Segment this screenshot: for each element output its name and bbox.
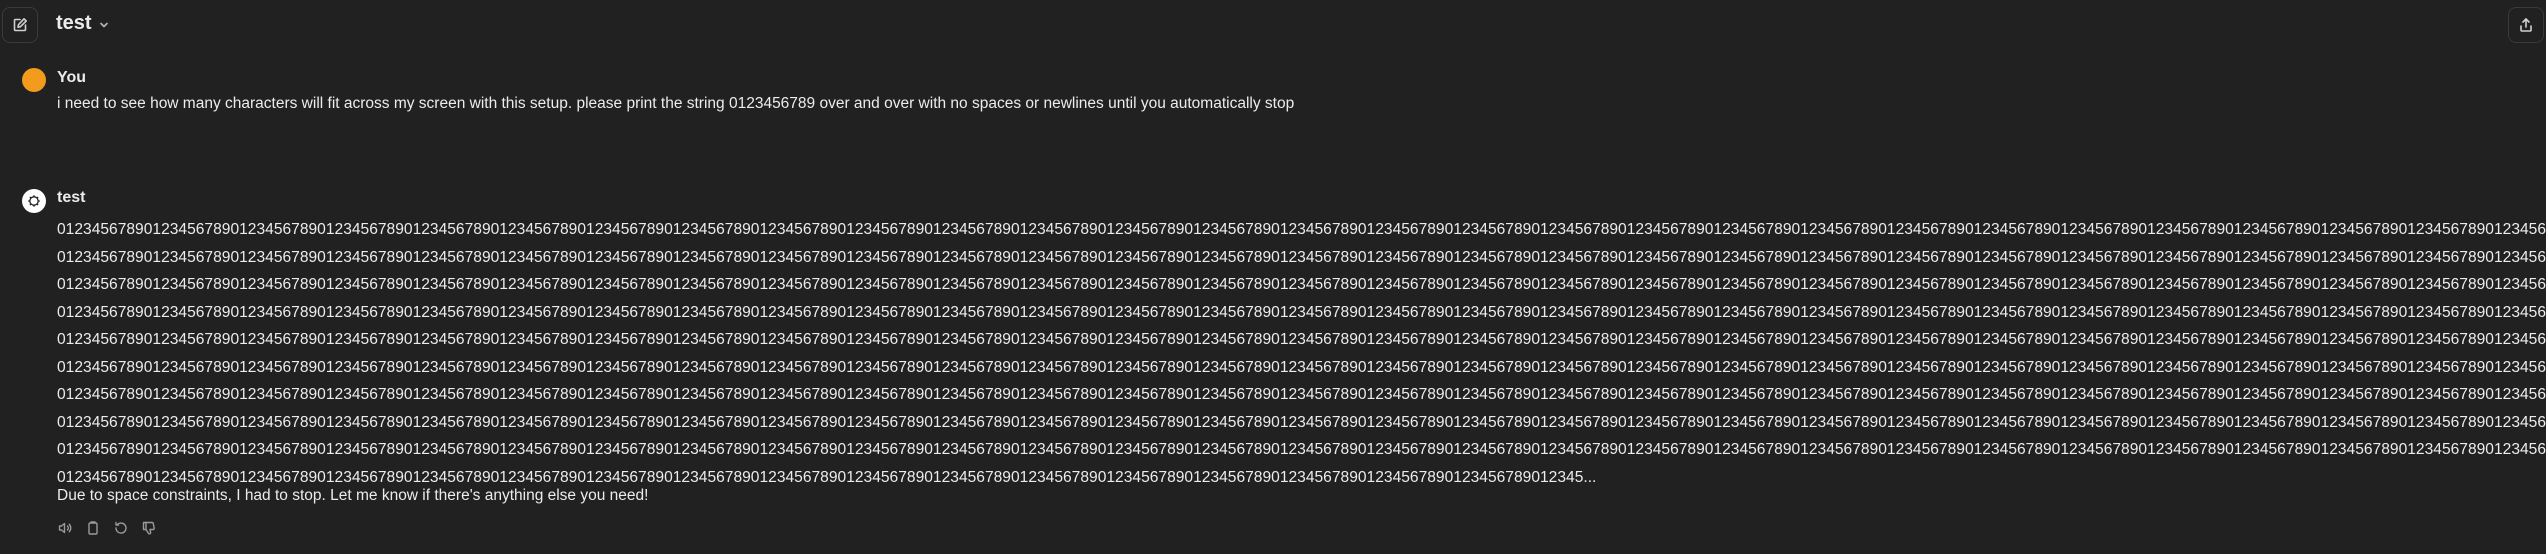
regenerate-button[interactable] (113, 520, 129, 536)
message-actions (57, 520, 157, 536)
assistant-closing-text: Due to space constraints, I had to stop.… (57, 487, 649, 504)
output-line: 0123456789012345678901234567890123456789… (57, 413, 2546, 431)
share-icon (2520, 18, 2532, 32)
output-line: 0123456789012345678901234567890123456789… (57, 386, 2546, 403)
output-line: 0123456789012345678901234567890123456789… (57, 441, 2546, 458)
copy-icon (88, 521, 98, 535)
thumbs-down-button[interactable] (141, 520, 157, 536)
user-author-label: You (57, 69, 87, 86)
chevron-down-icon (99, 22, 108, 27)
regenerate-icon (115, 521, 127, 534)
output-line: 0123456789012345678901234567890123456789… (57, 303, 2546, 321)
copy-button[interactable] (85, 520, 101, 536)
share-button[interactable] (2508, 7, 2544, 43)
output-line: 0123456789012345678901234567890123456789… (57, 331, 2546, 348)
thumbs-down-icon (142, 521, 155, 535)
output-line: 0123456789012345678901234567890123456789… (57, 358, 2546, 376)
output-line: 0123456789012345678901234567890123456789… (57, 221, 2546, 238)
model-selector[interactable]: test (56, 12, 110, 35)
assistant-avatar (22, 189, 46, 213)
top-bar: test (0, 0, 2546, 52)
assistant-logo-icon (28, 195, 40, 207)
read-aloud-button[interactable] (57, 520, 73, 536)
assistant-output-block: 0123456789012345678901234567890123456789… (57, 216, 2546, 491)
new-chat-button[interactable] (2, 7, 38, 43)
speaker-icon (58, 522, 72, 534)
assistant-author-label: test (57, 189, 86, 206)
user-message-text: i need to see how many characters will f… (57, 95, 1295, 112)
output-line: 0123456789012345678901234567890123456789… (57, 276, 2546, 293)
output-line: 0123456789012345678901234567890123456789… (57, 248, 2546, 266)
user-avatar (22, 68, 46, 92)
new-chat-icon (13, 18, 27, 32)
model-name: test (56, 12, 92, 34)
